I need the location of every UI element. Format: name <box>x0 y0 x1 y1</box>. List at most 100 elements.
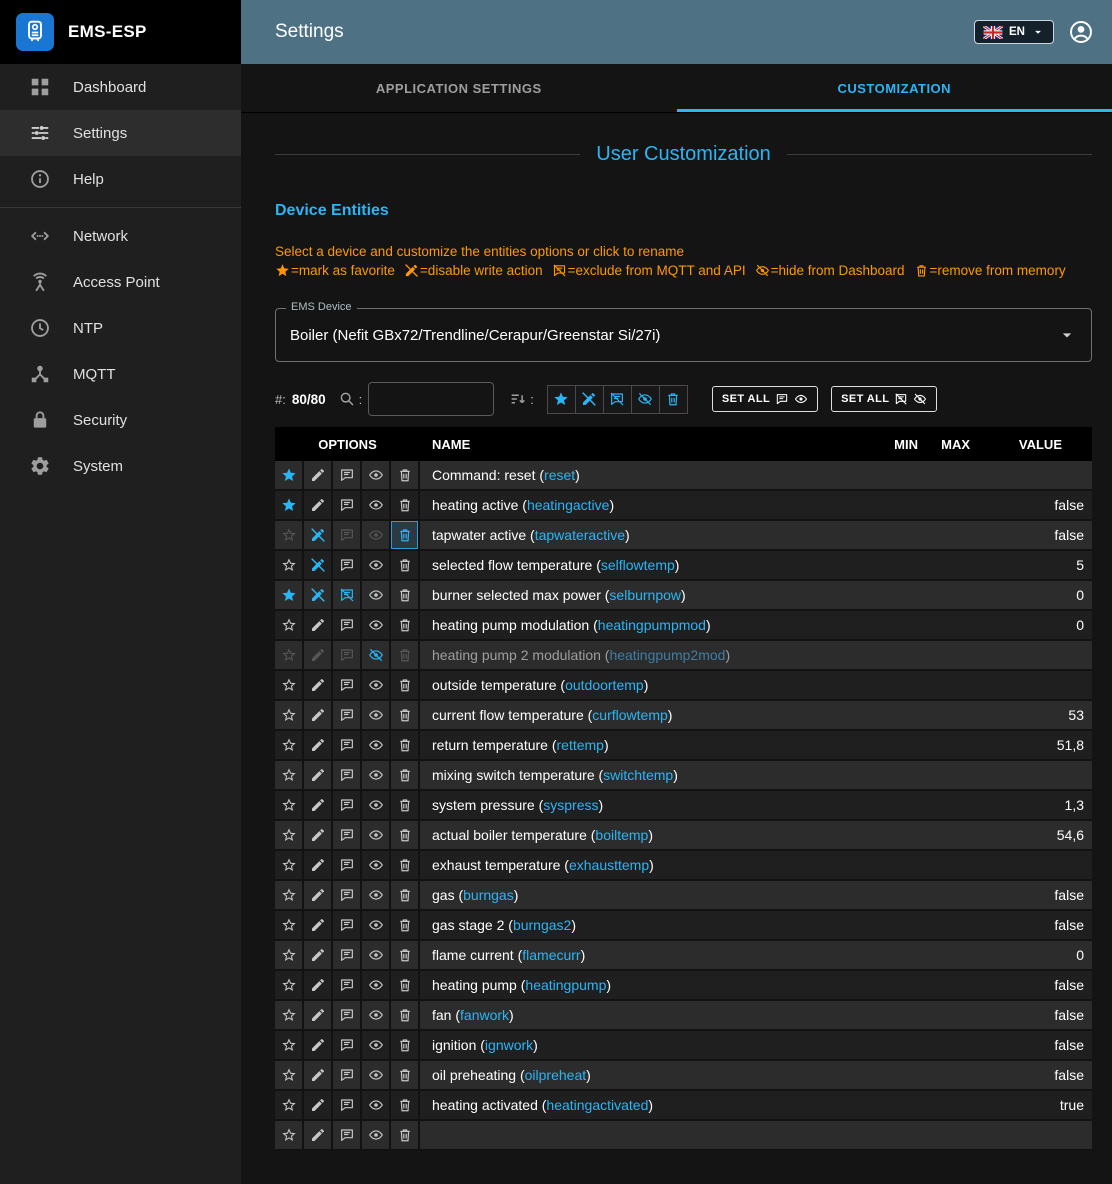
remove-memory-toggle[interactable] <box>391 491 420 519</box>
sidebar-item-settings[interactable]: Settings <box>0 110 241 156</box>
favorite-toggle[interactable] <box>275 641 304 669</box>
mqtt-exclude-toggle[interactable] <box>333 581 362 609</box>
search-input[interactable] <box>368 382 494 416</box>
mqtt-exclude-toggle[interactable] <box>333 551 362 579</box>
disable-write-toggle[interactable] <box>304 551 333 579</box>
favorite-toggle[interactable] <box>275 461 304 489</box>
hide-dashboard-toggle[interactable] <box>362 581 391 609</box>
entity-code-link[interactable]: switchtemp <box>603 767 673 783</box>
sidebar-item-network[interactable]: Network <box>0 213 241 259</box>
entity-code-link[interactable]: heatingpumpmod <box>598 617 706 633</box>
favorite-toggle[interactable] <box>275 521 304 549</box>
hide-dashboard-toggle[interactable] <box>362 611 391 639</box>
hide-dashboard-toggle[interactable] <box>362 911 391 939</box>
hide-dashboard-toggle[interactable] <box>362 761 391 789</box>
remove-memory-toggle[interactable] <box>391 911 420 939</box>
favorite-toggle[interactable] <box>275 491 304 519</box>
remove-memory-toggle[interactable] <box>391 761 420 789</box>
entity-name[interactable]: system pressure (syspress) <box>432 797 603 813</box>
entity-code-link[interactable]: flamecurr <box>522 947 580 963</box>
entity-code-link[interactable]: burngas2 <box>513 917 571 933</box>
hide-dashboard-toggle[interactable] <box>362 701 391 729</box>
disable-write-toggle[interactable] <box>304 941 333 969</box>
favorite-toggle[interactable] <box>275 851 304 879</box>
remove-memory-toggle[interactable] <box>391 1121 420 1149</box>
hide-dashboard-toggle[interactable] <box>362 1061 391 1089</box>
disable-write-toggle[interactable] <box>304 641 333 669</box>
disable-write-toggle[interactable] <box>304 1061 333 1089</box>
hide-dashboard-toggle[interactable] <box>362 461 391 489</box>
filter-comment-off-toggle[interactable] <box>603 385 632 414</box>
filter-star-filled-toggle[interactable] <box>547 385 576 414</box>
entity-name[interactable]: actual boiler temperature (boiltemp) <box>432 827 653 843</box>
entity-code-link[interactable]: tapwateractive <box>535 527 625 543</box>
entity-name[interactable]: fan (fanwork) <box>432 1007 514 1023</box>
remove-memory-toggle[interactable] <box>391 551 420 579</box>
hide-dashboard-toggle[interactable] <box>362 941 391 969</box>
mqtt-exclude-toggle[interactable] <box>333 1121 362 1149</box>
set-all-show-button[interactable]: SET ALL <box>712 386 818 412</box>
favorite-toggle[interactable] <box>275 1121 304 1149</box>
mqtt-exclude-toggle[interactable] <box>333 461 362 489</box>
mqtt-exclude-toggle[interactable] <box>333 671 362 699</box>
mqtt-exclude-toggle[interactable] <box>333 611 362 639</box>
disable-write-toggle[interactable] <box>304 731 333 759</box>
hide-dashboard-toggle[interactable] <box>362 1121 391 1149</box>
favorite-toggle[interactable] <box>275 761 304 789</box>
favorite-toggle[interactable] <box>275 581 304 609</box>
favorite-toggle[interactable] <box>275 911 304 939</box>
disable-write-toggle[interactable] <box>304 1121 333 1149</box>
entity-code-link[interactable]: fanwork <box>460 1007 509 1023</box>
mqtt-exclude-toggle[interactable] <box>333 971 362 999</box>
hide-dashboard-toggle[interactable] <box>362 521 391 549</box>
hide-dashboard-toggle[interactable] <box>362 881 391 909</box>
disable-write-toggle[interactable] <box>304 1091 333 1119</box>
favorite-toggle[interactable] <box>275 731 304 759</box>
mqtt-exclude-toggle[interactable] <box>333 911 362 939</box>
mqtt-exclude-toggle[interactable] <box>333 881 362 909</box>
mqtt-exclude-toggle[interactable] <box>333 521 362 549</box>
remove-memory-toggle[interactable] <box>391 731 420 759</box>
disable-write-toggle[interactable] <box>304 1001 333 1029</box>
filter-eye-off-toggle[interactable] <box>631 385 660 414</box>
remove-memory-toggle[interactable] <box>391 1091 420 1119</box>
favorite-toggle[interactable] <box>275 611 304 639</box>
disable-write-toggle[interactable] <box>304 821 333 849</box>
mqtt-exclude-toggle[interactable] <box>333 701 362 729</box>
sidebar-item-mqtt[interactable]: MQTT <box>0 351 241 397</box>
remove-memory-toggle[interactable] <box>391 581 420 609</box>
remove-memory-toggle[interactable] <box>391 1061 420 1089</box>
favorite-toggle[interactable] <box>275 1061 304 1089</box>
remove-memory-toggle[interactable] <box>391 1031 420 1059</box>
mqtt-exclude-toggle[interactable] <box>333 761 362 789</box>
disable-write-toggle[interactable] <box>304 911 333 939</box>
entity-code-link[interactable]: rettemp <box>557 737 604 753</box>
mqtt-exclude-toggle[interactable] <box>333 1091 362 1119</box>
account-icon[interactable] <box>1068 19 1094 45</box>
disable-write-toggle[interactable] <box>304 851 333 879</box>
remove-memory-toggle[interactable] <box>391 611 420 639</box>
mqtt-exclude-toggle[interactable] <box>333 491 362 519</box>
mqtt-exclude-toggle[interactable] <box>333 791 362 819</box>
entity-code-link[interactable]: outdoortemp <box>565 677 644 693</box>
sidebar-item-access-point[interactable]: Access Point <box>0 259 241 305</box>
favorite-toggle[interactable] <box>275 941 304 969</box>
entity-code-link[interactable]: ignwork <box>485 1037 533 1053</box>
entity-name[interactable]: gas stage 2 (burngas2) <box>432 917 576 933</box>
mqtt-exclude-toggle[interactable] <box>333 821 362 849</box>
favorite-toggle[interactable] <box>275 701 304 729</box>
set-all-hide-button[interactable]: SET ALL <box>831 386 937 412</box>
entity-name[interactable]: return temperature (rettemp) <box>432 737 609 753</box>
entity-code-link[interactable]: burngas <box>463 887 514 903</box>
hide-dashboard-toggle[interactable] <box>362 1091 391 1119</box>
entity-name[interactable]: heating pump modulation (heatingpumpmod) <box>432 617 711 633</box>
entity-code-link[interactable]: selflowtemp <box>601 557 675 573</box>
entity-name[interactable]: heating activated (heatingactivated) <box>432 1097 653 1113</box>
filter-edit-off-toggle[interactable] <box>575 385 604 414</box>
entity-name[interactable]: selected flow temperature (selflowtemp) <box>432 557 679 573</box>
entity-name[interactable]: heating pump 2 modulation (heatingpump2m… <box>432 647 730 663</box>
disable-write-toggle[interactable] <box>304 971 333 999</box>
sidebar-item-security[interactable]: Security <box>0 397 241 443</box>
hide-dashboard-toggle[interactable] <box>362 1031 391 1059</box>
remove-memory-toggle[interactable] <box>391 851 420 879</box>
